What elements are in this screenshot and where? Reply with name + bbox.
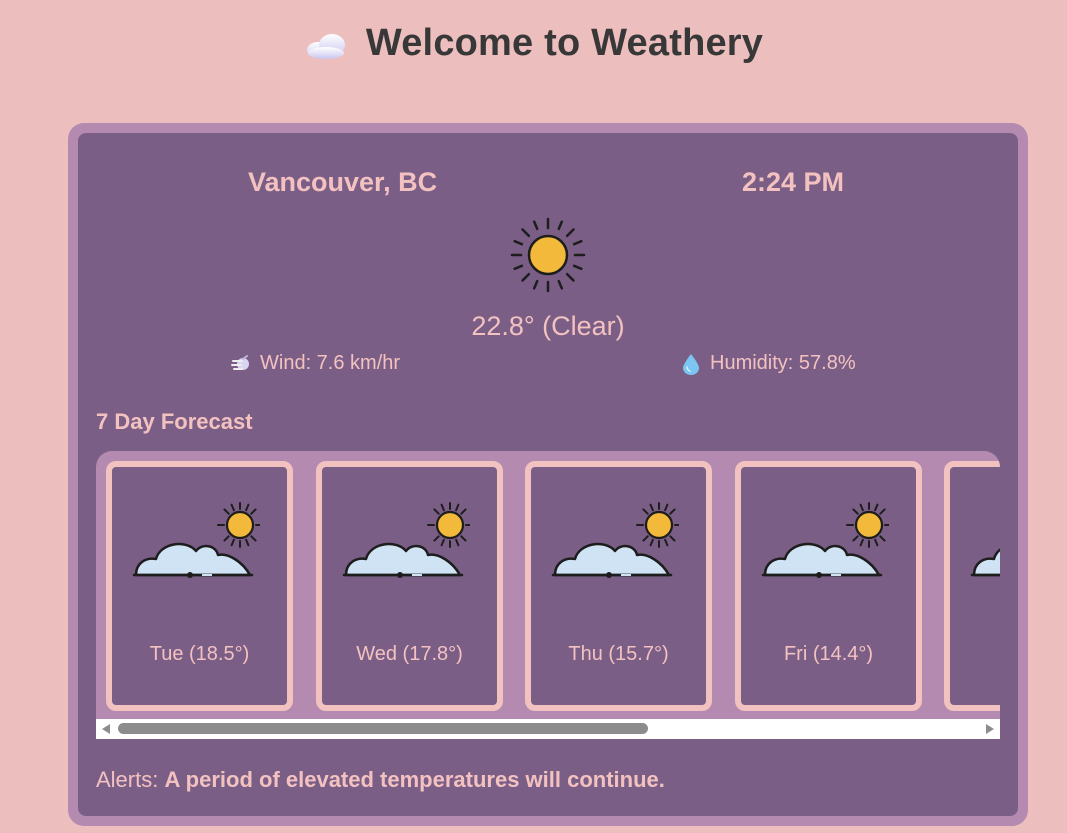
- partly-cloudy-icon: [342, 502, 470, 578]
- wind-label: Wind: 7.6 km/hr: [260, 352, 401, 374]
- weather-card: Vancouver, BC 2:24 PM 22.8° (Clear) Wind…: [68, 123, 1028, 826]
- scroll-left-arrow-icon[interactable]: [102, 724, 110, 734]
- time-label: 2:24 PM: [742, 167, 845, 197]
- scrollbar-thumb[interactable]: [118, 723, 648, 734]
- cloud-icon: [306, 33, 345, 59]
- location-label: Vancouver, BC: [248, 167, 438, 197]
- weather-card-inner: Vancouver, BC 2:24 PM 22.8° (Clear) Wind…: [78, 133, 1018, 816]
- droplet-icon: [683, 353, 699, 375]
- wind-stat: Wind: 7.6 km/hr: [230, 352, 400, 375]
- forecast-day-card[interactable]: Wed (17.8°): [316, 461, 503, 711]
- forecast-day-label: Wed (17.8°): [356, 643, 463, 665]
- forecast-day-card[interactable]: Fri (14.4°): [735, 461, 922, 711]
- current-temperature: 22.8° (Clear): [471, 311, 625, 341]
- wind-icon: [231, 354, 249, 370]
- forecast-title: 7 Day Forecast: [96, 409, 253, 434]
- forecast-scroller[interactable]: Tue (18.5°) Wed (17.8°) Thu (15.7°) Fri …: [96, 451, 1000, 739]
- humidity-stat: Humidity: 57.8%: [680, 352, 856, 375]
- alerts-message: A period of elevated temperatures will c…: [164, 767, 665, 792]
- forecast-day-label: Tue (18.5°): [149, 643, 250, 665]
- partly-cloudy-icon: [551, 502, 679, 578]
- partly-cloudy-icon: [970, 548, 1000, 577]
- forecast-day-card[interactable]: Tue (18.5°): [106, 461, 293, 711]
- alerts-line: Alerts: A period of elevated temperature…: [96, 767, 665, 793]
- partly-cloudy-icon: [132, 502, 260, 578]
- sun-icon: [510, 217, 586, 293]
- scroll-right-arrow-icon[interactable]: [986, 724, 994, 734]
- humidity-label: Humidity: 57.8%: [710, 352, 856, 374]
- forecast-day-label: Thu (15.7°): [568, 643, 669, 665]
- page-title: Welcome to Weathery: [365, 22, 764, 64]
- forecast-day-label: Fri (14.4°): [783, 643, 874, 665]
- forecast-day-label: S: [950, 643, 1000, 666]
- forecast-day-card[interactable]: S: [944, 461, 1000, 711]
- app-header: Welcome to Weathery: [0, 22, 1067, 65]
- alerts-prefix: Alerts:: [96, 767, 159, 792]
- partly-cloudy-icon: [761, 502, 889, 578]
- horizontal-scrollbar[interactable]: [96, 719, 1000, 739]
- forecast-day-card[interactable]: Thu (15.7°): [525, 461, 712, 711]
